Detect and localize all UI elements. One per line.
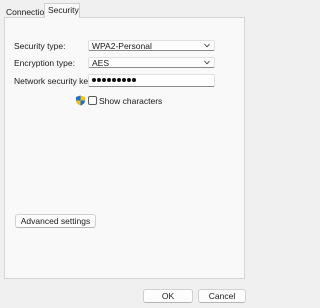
security-type-label: Security type: xyxy=(14,41,66,51)
password-dot xyxy=(122,78,126,82)
password-dot xyxy=(97,78,101,82)
security-type-value: WPA2-Personal xyxy=(92,41,152,51)
uac-shield-icon xyxy=(76,95,85,106)
password-dot xyxy=(102,78,106,82)
chevron-down-icon xyxy=(204,43,210,48)
password-dot xyxy=(107,78,111,82)
password-dot xyxy=(112,78,116,82)
network-key-input[interactable] xyxy=(88,74,215,87)
password-dot xyxy=(132,78,136,82)
ok-button[interactable]: OK xyxy=(143,289,193,303)
password-dot xyxy=(92,78,96,82)
chevron-down-icon xyxy=(204,60,210,65)
show-characters-label: Show characters xyxy=(99,96,163,106)
advanced-settings-button[interactable]: Advanced settings xyxy=(15,214,96,228)
masked-password xyxy=(92,78,136,84)
show-characters-checkbox[interactable] xyxy=(88,96,97,105)
encryption-type-value: AES xyxy=(92,58,110,68)
encryption-type-label: Encryption type: xyxy=(14,58,75,68)
password-dot xyxy=(117,78,121,82)
security-type-dropdown[interactable]: WPA2-Personal xyxy=(88,40,215,51)
wireless-properties-window: Connection Security Security type: WPA2-… xyxy=(0,0,250,308)
password-dot xyxy=(127,78,131,82)
tab-security[interactable]: Security xyxy=(44,3,80,18)
encryption-type-dropdown[interactable]: AES xyxy=(88,57,215,68)
cancel-button[interactable]: Cancel xyxy=(198,289,246,303)
network-key-label: Network security key xyxy=(14,76,93,86)
